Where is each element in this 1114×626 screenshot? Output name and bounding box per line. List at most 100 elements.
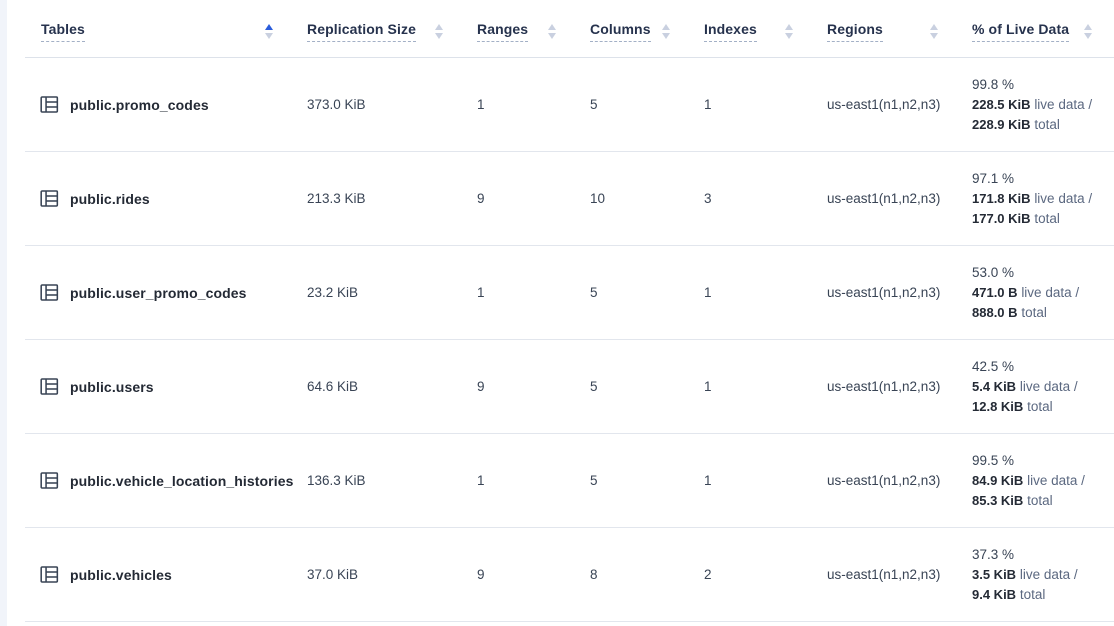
table-name-cell: public.rides — [25, 152, 295, 245]
table-row: public.promo_codes 373.0 KiB 1 5 1 us-ea… — [25, 58, 1114, 152]
table-icon — [40, 471, 59, 490]
column-header-columns[interactable]: Columns — [578, 0, 692, 57]
sort-desc-icon[interactable] — [785, 33, 793, 39]
table-name-cell: public.vehicle_location_histories — [25, 434, 295, 527]
total-data-line: 228.9 KiB total — [972, 115, 1060, 135]
sort-icon[interactable] — [435, 24, 443, 39]
total-data-line: 85.3 KiB total — [972, 491, 1053, 511]
indexes-value: 2 — [692, 528, 815, 621]
sort-desc-icon[interactable] — [265, 33, 273, 39]
ranges-value: 1 — [465, 58, 578, 151]
column-header-replication-size[interactable]: Replication Size — [295, 0, 465, 57]
table-name-link[interactable]: public.users — [70, 379, 154, 395]
ranges-value: 1 — [465, 246, 578, 339]
columns-value: 8 — [578, 528, 692, 621]
sort-asc-icon[interactable] — [265, 24, 273, 30]
column-header-label: Ranges — [477, 21, 528, 42]
ranges-value: 9 — [465, 152, 578, 245]
replication-size-value: 23.2 KiB — [295, 246, 465, 339]
table-row: public.vehicles 37.0 KiB 9 8 2 us-east1(… — [25, 528, 1114, 622]
sort-asc-icon[interactable] — [930, 24, 938, 30]
columns-value: 10 — [578, 152, 692, 245]
column-header-ranges[interactable]: Ranges — [465, 0, 578, 57]
regions-value: us-east1(n1,n2,n3) — [815, 152, 960, 245]
sort-desc-icon[interactable] — [662, 33, 670, 39]
live-data-cell: 99.5 % 84.9 KiB live data / 85.3 KiB tot… — [960, 434, 1114, 527]
sort-desc-icon[interactable] — [548, 33, 556, 39]
sort-icon[interactable] — [1084, 24, 1092, 39]
columns-value: 5 — [578, 58, 692, 151]
live-data-cell: 97.1 % 171.8 KiB live data / 177.0 KiB t… — [960, 152, 1114, 245]
sort-icon[interactable] — [930, 24, 938, 39]
indexes-value: 1 — [692, 246, 815, 339]
column-header-indexes[interactable]: Indexes — [692, 0, 815, 57]
live-data-percent: 53.0 % — [972, 263, 1014, 283]
column-header-label: Columns — [590, 21, 651, 42]
column-header-pct-live-data[interactable]: % of Live Data — [960, 0, 1114, 57]
table-icon — [40, 189, 59, 208]
sort-desc-icon[interactable] — [1084, 33, 1092, 39]
column-header-label: Tables — [41, 21, 85, 42]
sort-desc-icon[interactable] — [930, 33, 938, 39]
total-data-line: 12.8 KiB total — [972, 397, 1053, 417]
page-left-edge-strip — [0, 0, 7, 626]
regions-value: us-east1(n1,n2,n3) — [815, 434, 960, 527]
table-name-link[interactable]: public.user_promo_codes — [70, 285, 247, 301]
indexes-value: 1 — [692, 434, 815, 527]
tables-table: Tables Replication Size Ranges Columns I… — [25, 0, 1114, 622]
columns-value: 5 — [578, 434, 692, 527]
sort-asc-icon[interactable] — [662, 24, 670, 30]
live-data-cell: 37.3 % 3.5 KiB live data / 9.4 KiB total — [960, 528, 1114, 621]
table-icon — [40, 283, 59, 302]
replication-size-value: 213.3 KiB — [295, 152, 465, 245]
indexes-value: 1 — [692, 58, 815, 151]
live-data-percent: 42.5 % — [972, 357, 1014, 377]
table-header-row: Tables Replication Size Ranges Columns I… — [25, 0, 1114, 58]
columns-value: 5 — [578, 246, 692, 339]
table-body: public.promo_codes 373.0 KiB 1 5 1 us-ea… — [25, 58, 1114, 622]
live-data-line: 171.8 KiB live data / — [972, 189, 1092, 209]
replication-size-value: 37.0 KiB — [295, 528, 465, 621]
indexes-value: 1 — [692, 340, 815, 433]
table-icon — [40, 377, 59, 396]
sort-icon[interactable] — [662, 24, 670, 39]
table-name-link[interactable]: public.rides — [70, 191, 150, 207]
table-row: public.rides 213.3 KiB 9 10 3 us-east1(n… — [25, 152, 1114, 246]
sort-asc-icon[interactable] — [435, 24, 443, 30]
table-name-cell: public.user_promo_codes — [25, 246, 295, 339]
sort-icon[interactable] — [265, 24, 273, 39]
regions-value: us-east1(n1,n2,n3) — [815, 528, 960, 621]
live-data-line: 471.0 B live data / — [972, 283, 1079, 303]
column-header-tables[interactable]: Tables — [25, 0, 295, 57]
table-name-link[interactable]: public.promo_codes — [70, 97, 209, 113]
regions-value: us-east1(n1,n2,n3) — [815, 340, 960, 433]
column-header-label: Regions — [827, 21, 883, 42]
ranges-value: 9 — [465, 340, 578, 433]
table-row: public.vehicle_location_histories 136.3 … — [25, 434, 1114, 528]
sort-icon[interactable] — [785, 24, 793, 39]
sort-asc-icon[interactable] — [548, 24, 556, 30]
live-data-percent: 37.3 % — [972, 545, 1014, 565]
table-row: public.user_promo_codes 23.2 KiB 1 5 1 u… — [25, 246, 1114, 340]
table-name-cell: public.vehicles — [25, 528, 295, 621]
live-data-line: 3.5 KiB live data / — [972, 565, 1078, 585]
sort-desc-icon[interactable] — [435, 33, 443, 39]
sort-icon[interactable] — [548, 24, 556, 39]
ranges-value: 1 — [465, 434, 578, 527]
sort-asc-icon[interactable] — [1084, 24, 1092, 30]
table-name-cell: public.promo_codes — [25, 58, 295, 151]
total-data-line: 177.0 KiB total — [972, 209, 1060, 229]
indexes-value: 3 — [692, 152, 815, 245]
table-name-link[interactable]: public.vehicle_location_histories — [70, 473, 293, 489]
replication-size-value: 64.6 KiB — [295, 340, 465, 433]
sort-asc-icon[interactable] — [785, 24, 793, 30]
live-data-cell: 99.8 % 228.5 KiB live data / 228.9 KiB t… — [960, 58, 1114, 151]
column-header-regions[interactable]: Regions — [815, 0, 960, 57]
column-header-label: Indexes — [704, 21, 757, 42]
live-data-percent: 97.1 % — [972, 169, 1014, 189]
regions-value: us-east1(n1,n2,n3) — [815, 58, 960, 151]
live-data-percent: 99.5 % — [972, 451, 1014, 471]
table-name-link[interactable]: public.vehicles — [70, 567, 172, 583]
table-name-cell: public.users — [25, 340, 295, 433]
live-data-line: 5.4 KiB live data / — [972, 377, 1078, 397]
